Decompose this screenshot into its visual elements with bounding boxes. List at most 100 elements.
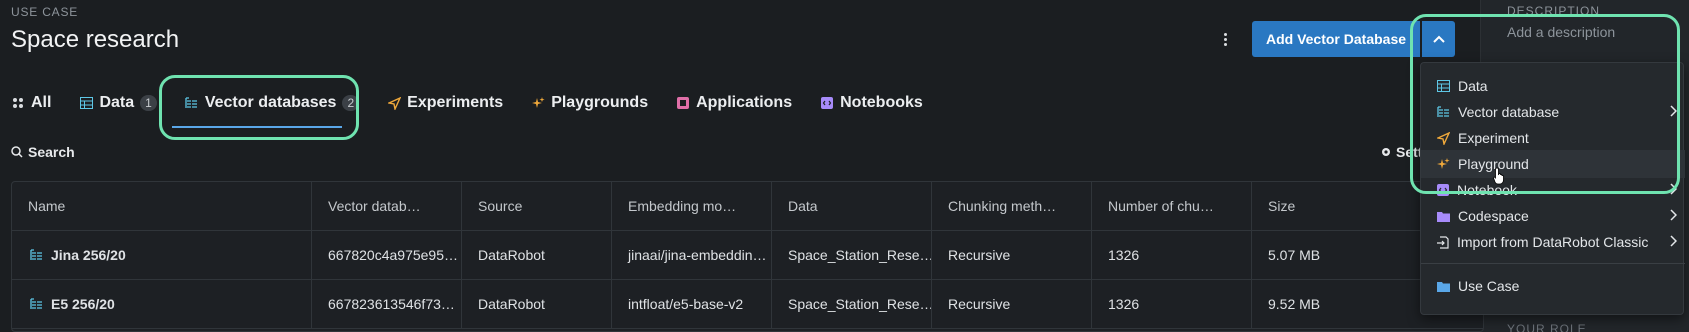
column-header[interactable]: Number of chu… (1092, 182, 1252, 230)
menu-item-label: Experiment (1458, 130, 1529, 146)
table-row[interactable]: E5 256/20 667823613546f73… DataRobot int… (12, 280, 1483, 329)
tab-notebooks[interactable]: Notebooks (820, 94, 923, 112)
notebook-icon (820, 96, 834, 110)
chevron-right-icon (1670, 183, 1677, 195)
menu-item-import-classic[interactable]: Import from DataRobot Classic (1421, 228, 1685, 256)
gear-icon (1382, 148, 1390, 156)
more-options-icon[interactable] (1218, 30, 1232, 48)
table-cell: 667823613546f73… (312, 280, 462, 328)
table-cell: Space_Station_Rese… (772, 280, 932, 328)
table-cell: intfloat/e5-base-v2 (612, 280, 772, 328)
menu-item-playground[interactable]: Playground (1421, 150, 1685, 178)
column-header[interactable]: Source (462, 182, 612, 230)
table-cell: 5.07 MB (1268, 247, 1321, 263)
search-label: Search (28, 144, 75, 160)
vector-db-icon (30, 249, 42, 260)
grid-icon (11, 96, 25, 110)
table-cell: Recursive (932, 280, 1092, 328)
settings-label: Sett (1396, 144, 1423, 160)
table-icon (1437, 80, 1450, 92)
tab-all[interactable]: All (11, 94, 51, 112)
table-cell: jinaai/jina-embeddin… (612, 231, 772, 279)
chevron-right-icon (1670, 105, 1677, 117)
menu-item-use-case[interactable]: Use Case (1421, 272, 1685, 300)
menu-item-label: Use Case (1458, 278, 1520, 294)
table-cell: 9.52 MB (1268, 296, 1321, 312)
table-cell: DataRobot (462, 231, 612, 279)
column-header[interactable]: Size (1252, 182, 1383, 230)
menu-item-label: Notebook (1457, 182, 1517, 198)
count-badge: 2 (342, 95, 360, 111)
menu-item-label: Codespace (1458, 208, 1529, 224)
chevron-up-icon (1432, 35, 1445, 43)
menu-item-codespace[interactable]: Codespace (1421, 202, 1685, 230)
app-icon (676, 96, 690, 110)
column-header[interactable]: Chunking meth… (932, 182, 1092, 230)
sparkle-icon (531, 96, 545, 110)
tab-applications[interactable]: Applications (676, 94, 792, 112)
tab-experiments[interactable]: Experiments (387, 94, 503, 112)
table-cell: DataRobot (462, 280, 612, 328)
folder-icon (1437, 211, 1450, 222)
menu-item-vector-database[interactable]: Vector database (1421, 98, 1685, 126)
tab-label: Applications (696, 94, 793, 111)
table-cell: 1326 (1092, 231, 1252, 279)
tab-label: Vector databases (204, 94, 337, 111)
active-tab-indicator (172, 126, 342, 128)
chevron-right-icon (1670, 235, 1677, 247)
menu-item-data[interactable]: Data (1421, 72, 1685, 100)
description-input[interactable]: Add a description (1507, 24, 1615, 40)
table-cell: 1326 (1092, 280, 1252, 328)
column-header[interactable]: Embedding mo… (612, 182, 772, 230)
add-menu-toggle-button[interactable] (1422, 21, 1455, 57)
menu-item-experiment[interactable]: Experiment (1421, 124, 1685, 152)
description-label: DESCRIPTION (1507, 4, 1601, 18)
name-cell[interactable]: Jina 256/20 (12, 231, 312, 279)
vector-db-icon (30, 298, 42, 309)
experiment-icon (1437, 131, 1450, 145)
page-title: Space research (11, 26, 180, 53)
sparkle-icon (1437, 157, 1450, 169)
count-badge: 1 (140, 95, 157, 111)
name-cell[interactable]: E5 256/20 (12, 280, 312, 328)
column-header[interactable]: Vector datab… (312, 182, 462, 230)
tab-vector-databases[interactable]: Vector databases 2 (185, 94, 360, 112)
table-row[interactable]: Jina 256/20 667820c4a975e95… DataRobot j… (12, 231, 1483, 280)
vector-db-icon (1437, 106, 1449, 117)
tab-label: All (31, 94, 52, 111)
settings-button[interactable]: Sett (1380, 144, 1422, 160)
vector-databases-table: Name Vector datab… Source Embedding mo… … (11, 181, 1484, 332)
asset-tabs: All Data 1 Vector databases 2 Experiment… (11, 88, 951, 118)
menu-divider (1421, 263, 1685, 264)
hand-cursor-icon (1493, 167, 1504, 185)
menu-item-notebook[interactable]: Notebook (1421, 176, 1685, 204)
table-header: Name Vector datab… Source Embedding mo… … (12, 182, 1483, 231)
add-menu-dropdown: Data Vector database Experiment Playgrou… (1420, 62, 1685, 315)
menu-item-label: Vector database (1458, 104, 1560, 120)
column-header[interactable]: Data (772, 182, 932, 230)
tab-label: Notebooks (840, 94, 923, 111)
notebook-icon (1437, 184, 1449, 196)
role-label: YOUR ROLE (1507, 322, 1587, 332)
column-header[interactable]: Name (12, 182, 312, 230)
tab-playgrounds[interactable]: Playgrounds (531, 94, 648, 112)
vector-db-icon (185, 96, 199, 110)
table-cell: Space_Station_Rese… (772, 231, 932, 279)
search-button[interactable]: Search (11, 144, 75, 160)
name-text: E5 256/20 (51, 296, 115, 312)
menu-item-label: Data (1458, 78, 1488, 94)
table-cell: Recursive (932, 231, 1092, 279)
tab-data[interactable]: Data 1 (79, 94, 157, 112)
folder-icon (1437, 281, 1450, 292)
chevron-right-icon (1670, 209, 1677, 221)
add-vector-database-button[interactable]: Add Vector Database (1252, 21, 1420, 57)
table-icon (79, 96, 93, 110)
menu-item-label: Import from DataRobot Classic (1457, 234, 1649, 250)
experiment-icon (387, 96, 401, 110)
table-cell: 667820c4a975e95… (312, 231, 462, 279)
name-text: Jina 256/20 (51, 247, 126, 263)
tab-label: Data (99, 94, 135, 111)
search-icon (11, 146, 23, 158)
import-icon (1437, 235, 1449, 249)
tab-label: Playgrounds (551, 94, 649, 111)
